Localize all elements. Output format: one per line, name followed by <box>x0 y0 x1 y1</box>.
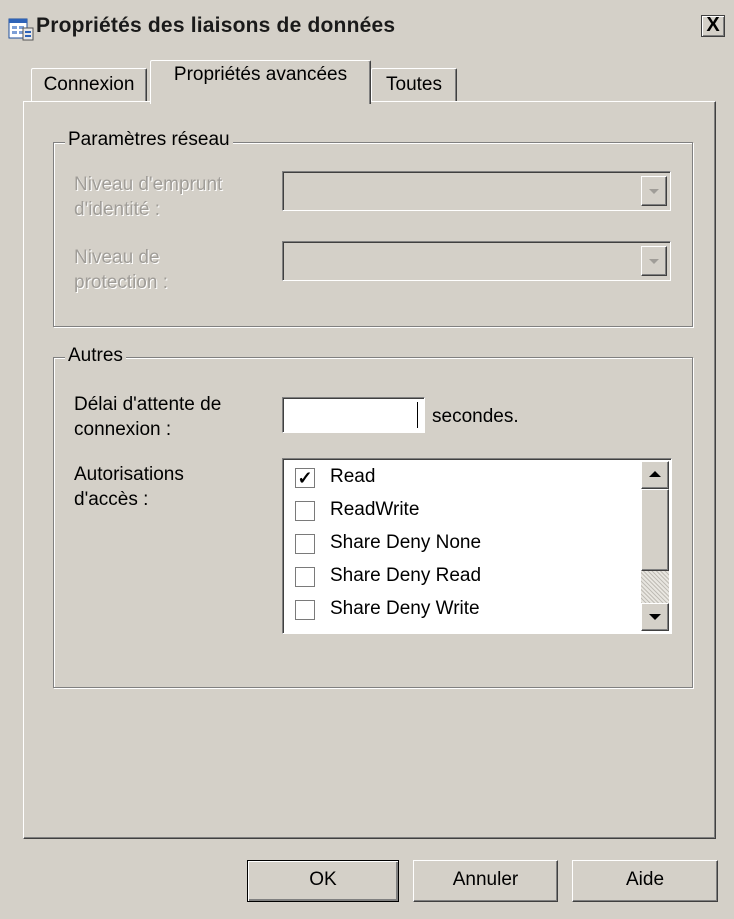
data-link-icon <box>8 16 34 42</box>
close-icon: X <box>706 14 720 36</box>
ok-button[interactable]: OK <box>247 860 399 902</box>
help-button[interactable]: Aide <box>572 860 718 902</box>
title-bar[interactable]: Propriétés des liaisons de données X <box>0 0 734 52</box>
tab-panel <box>23 101 716 839</box>
close-button[interactable]: X <box>701 15 725 37</box>
tab-toutes[interactable]: Toutes <box>371 68 457 102</box>
window-title: Propriétés des liaisons de données <box>36 14 396 37</box>
tab-proprietes-avancees[interactable]: Propriétés avancées <box>150 60 371 104</box>
cancel-button[interactable]: Annuler <box>413 860 558 902</box>
tab-connexion[interactable]: Connexion <box>31 68 147 102</box>
